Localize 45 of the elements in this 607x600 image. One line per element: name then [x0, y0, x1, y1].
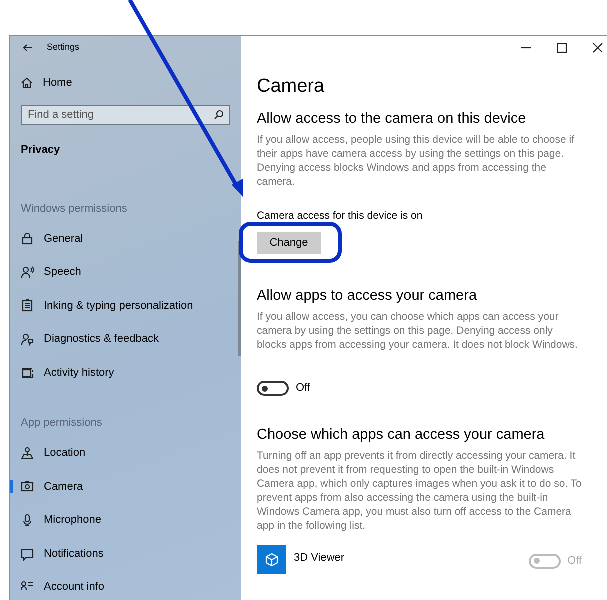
change-button[interactable]: Change	[257, 232, 321, 254]
page-title: Camera	[257, 76, 326, 99]
sidebar-item[interactable]: Camera	[10, 470, 230, 504]
group-heading: Windows permissions	[21, 202, 128, 216]
group-heading: App permissions	[21, 416, 104, 431]
scrollbar[interactable]	[238, 241, 241, 356]
section-heading: Choose which apps can access your camera	[257, 426, 546, 444]
sidebar-item[interactable]: Speech	[10, 256, 230, 290]
section-heading: Allow apps to access your camera	[257, 288, 478, 306]
toggle-label: Off	[296, 381, 310, 396]
location-icon	[21, 446, 34, 460]
timeline-icon	[21, 366, 34, 380]
search-icon	[214, 110, 224, 120]
sidebar-item[interactable]: Diagnostics & feedback	[10, 322, 230, 356]
clipboard-icon	[21, 299, 34, 312]
back-arrow-icon	[23, 44, 33, 52]
description: If you allow access, you can choose which apps can access your camera by using the settings on this page. Denying access only blocks apps from accessing your camera. It does not block Windows.	[257, 310, 579, 352]
sidebar-item[interactable]: Account info	[10, 570, 230, 600]
search-field[interactable]: Find a setting	[21, 105, 230, 125]
home-link[interactable]: Home	[21, 70, 230, 96]
cube-icon	[264, 552, 278, 567]
sidebar-item[interactable]: Microphone	[10, 504, 230, 538]
microphone-icon	[21, 514, 34, 527]
lock-icon	[21, 232, 34, 246]
description: If you allow access, people using this device will be able to choose if their apps have camera access by using the settings on this page. Denying access blocks Windows and apps from accessing the camera.	[257, 133, 576, 190]
sidebar-item[interactable]: General	[10, 222, 230, 256]
toggle-switch[interactable]	[257, 381, 289, 396]
notification-icon	[21, 548, 34, 561]
section-title: Privacy	[21, 143, 62, 158]
sidebar-item[interactable]: Location	[10, 436, 230, 470]
close-icon	[593, 43, 603, 53]
person-feedback-icon	[21, 333, 34, 346]
app-name: 3D Viewer	[294, 551, 346, 566]
maximize-icon	[557, 43, 567, 53]
description: Turning off an app prevents it from directly accessing your camera. It does not prevent it from requesting to open the built-in Windows Camera app, which only captures images when you ask it to do so. To prevent apps from also accessing the camera using the built-in Windows Camera app, you must also turn off access to the Camera app in the following list.	[257, 449, 582, 534]
toggle-label: Off	[568, 554, 582, 570]
home-icon	[21, 77, 33, 89]
status-text: Camera access for this device is on	[257, 209, 424, 224]
sidebar-item[interactable]: Notifications	[10, 537, 230, 571]
camera-icon	[21, 480, 34, 494]
speech-icon	[21, 266, 34, 279]
sidebar-item[interactable]: Inking & typing personalization	[10, 289, 230, 323]
section-heading: Allow access to the camera on this device	[257, 110, 528, 128]
window-title: Settings	[47, 41, 80, 54]
sidebar-item[interactable]: Activity history	[10, 356, 230, 390]
